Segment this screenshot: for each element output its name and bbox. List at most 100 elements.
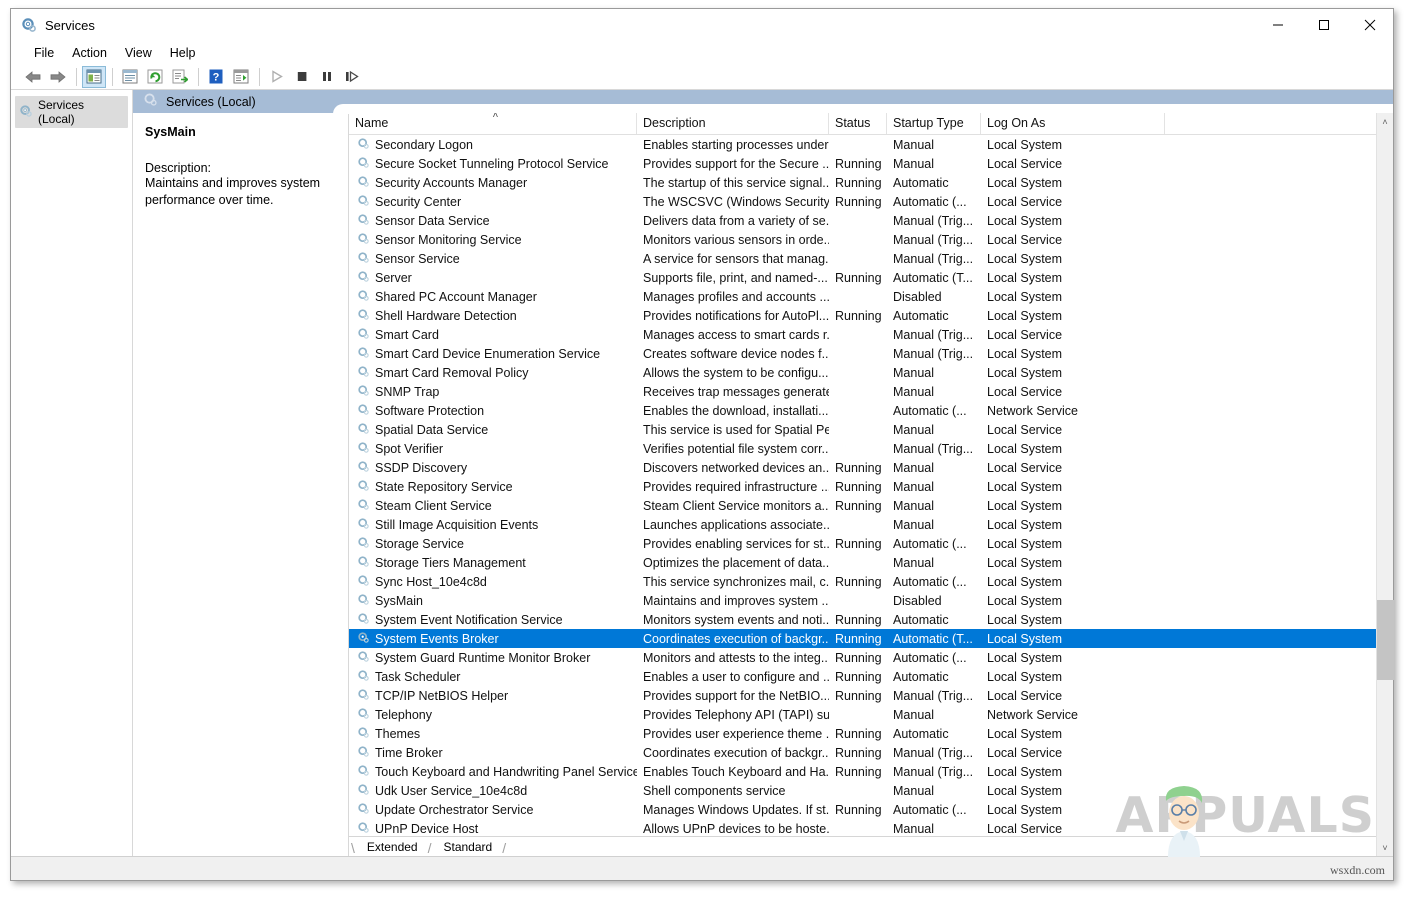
show-action-pane-button[interactable] [229, 66, 253, 88]
service-gear-icon [357, 213, 370, 229]
table-row[interactable]: Spot Verifier Verifies potential file sys… [349, 439, 1376, 458]
table-row[interactable]: Storage Tiers Management Optimizes the pl… [349, 553, 1376, 572]
cell-log-on-as: Local System [987, 137, 1063, 152]
tab-standard[interactable]: Standard [432, 839, 503, 856]
table-row[interactable]: Sensor Monitoring Service Monitors variou… [349, 230, 1376, 249]
column-header-name[interactable]: Name ˄ [349, 113, 637, 134]
cell-service-name: Storage Service [349, 536, 637, 552]
table-row[interactable]: Touch Keyboard and Handwriting Panel Ser… [349, 762, 1376, 781]
table-row[interactable]: Secondary Logon Enables starting processe… [349, 135, 1376, 154]
cell-service-name: Secondary Logon [349, 137, 637, 153]
column-header-startup-type[interactable]: Startup Type [887, 113, 981, 134]
cell-service-name: Security Center [349, 194, 637, 210]
column-header-name-label: Name [355, 116, 389, 130]
table-row[interactable]: Udk User Service_10e4c8d Shell components… [349, 781, 1376, 800]
table-row[interactable]: Steam Client Service Steam Client Service… [349, 496, 1376, 515]
menu-help[interactable]: Help [161, 44, 205, 62]
cell-description: Provides enabling services for st... [643, 536, 829, 551]
cell-status: Running [835, 802, 882, 817]
service-gear-icon [357, 346, 370, 362]
cell-description: Shell components service [643, 783, 786, 798]
close-button[interactable] [1347, 9, 1393, 41]
service-gear-icon [357, 365, 370, 381]
column-header-status[interactable]: Status [829, 113, 887, 134]
table-row[interactable]: Task Scheduler Enables a user to configur… [349, 667, 1376, 686]
pause-service-button[interactable] [315, 66, 339, 88]
table-row[interactable]: Telephony Provides Telephony API (TAPI) s… [349, 705, 1376, 724]
table-row[interactable]: Software Protection Enables the download,… [349, 401, 1376, 420]
table-row[interactable]: System Guard Runtime Monitor Broker Monit… [349, 648, 1376, 667]
table-row[interactable]: SysMain Maintains and improves system ...… [349, 591, 1376, 610]
service-name-label: Sensor Monitoring Service [375, 232, 522, 247]
table-row[interactable]: Time Broker Coordinates execution of back… [349, 743, 1376, 762]
vertical-scrollbar[interactable]: ˄ ˅ [1376, 113, 1394, 856]
scroll-up-arrow-icon[interactable]: ˄ [1377, 113, 1394, 130]
cell-description: The WSCSVC (Windows Security ... [643, 194, 829, 209]
table-row[interactable]: Themes Provides user experience theme ...… [349, 724, 1376, 743]
minimize-button[interactable] [1255, 9, 1301, 41]
table-row[interactable]: TCP/IP NetBIOS Helper Provides support fo… [349, 686, 1376, 705]
table-row[interactable]: SSDP Discovery Discovers networked device… [349, 458, 1376, 477]
table-row[interactable]: Sensor Service A service for sensors that… [349, 249, 1376, 268]
scrollbar-track[interactable] [1376, 130, 1394, 839]
column-header-log-on-as[interactable]: Log On As [981, 113, 1165, 134]
cell-description: The startup of this service signal... [643, 175, 829, 190]
properties-button[interactable] [118, 66, 142, 88]
scrollbar-thumb[interactable] [1376, 600, 1394, 680]
cell-status: Running [835, 726, 882, 741]
cell-service-name: Spatial Data Service [349, 422, 637, 438]
cell-status: Running [835, 669, 882, 684]
cell-startup-type: Automatic [893, 308, 949, 323]
refresh-button[interactable] [143, 66, 167, 88]
cell-startup-type: Automatic (... [893, 802, 967, 817]
table-row[interactable]: Shell Hardware Detection Provides notific… [349, 306, 1376, 325]
table-row[interactable]: Smart Card Manages access to smart cards … [349, 325, 1376, 344]
cell-startup-type: Manual (Trig... [893, 232, 974, 247]
column-header-description[interactable]: Description [637, 113, 829, 134]
show-hide-console-tree-button[interactable] [82, 65, 106, 88]
export-list-button[interactable] [168, 66, 192, 88]
table-row[interactable]: Server Supports file, print, and named-..… [349, 268, 1376, 287]
table-row[interactable]: Sync Host_10e4c8d This service synchroniz… [349, 572, 1376, 591]
cell-status: Running [835, 745, 882, 760]
table-row[interactable]: Storage Service Provides enabling service… [349, 534, 1376, 553]
tree-node-services-local[interactable]: Services (Local) [15, 96, 128, 128]
back-button[interactable] [21, 66, 45, 88]
cell-log-on-as: Local Service [987, 688, 1063, 703]
table-row[interactable]: Secure Socket Tunneling Protocol Service… [349, 154, 1376, 173]
restart-service-button[interactable] [340, 66, 364, 88]
cell-startup-type: Automatic (... [893, 403, 967, 418]
stop-service-button[interactable] [290, 66, 314, 88]
maximize-button[interactable] [1301, 9, 1347, 41]
table-row[interactable]: Smart Card Device Enumeration Service Cre… [349, 344, 1376, 363]
menu-action[interactable]: Action [63, 44, 116, 62]
cell-startup-type: Automatic [893, 175, 949, 190]
cell-description: Provides user experience theme ... [643, 726, 829, 741]
menu-view[interactable]: View [116, 44, 161, 62]
table-row[interactable]: System Events Broker Coordinates executio… [349, 629, 1376, 648]
table-row[interactable]: Security Center The WSCSVC (Windows Secur… [349, 192, 1376, 211]
table-row[interactable]: Still Image Acquisition Events Launches a… [349, 515, 1376, 534]
table-row[interactable]: Spatial Data Service This service is used… [349, 420, 1376, 439]
service-gear-icon [357, 726, 370, 742]
table-row[interactable]: System Event Notification Service Monitor… [349, 610, 1376, 629]
table-row[interactable]: State Repository Service Provides require… [349, 477, 1376, 496]
table-row[interactable]: Update Orchestrator Service Manages Windo… [349, 800, 1376, 819]
help-button[interactable]: ? [204, 66, 228, 88]
cell-startup-type: Automatic [893, 726, 949, 741]
forward-button[interactable] [46, 66, 70, 88]
table-row[interactable]: Shared PC Account Manager Manages profile… [349, 287, 1376, 306]
cell-startup-type: Manual [893, 460, 934, 475]
table-row[interactable]: Smart Card Removal Policy Allows the syst… [349, 363, 1376, 382]
table-row[interactable]: Sensor Data Service Delivers data from a … [349, 211, 1376, 230]
table-row[interactable]: Security Accounts Manager The startup of … [349, 173, 1376, 192]
menu-file[interactable]: File [25, 44, 63, 62]
table-row[interactable]: UPnP Device Host Allows UPnP devices to b… [349, 819, 1376, 836]
cell-description: This service is used for Spatial Pe... [643, 422, 829, 437]
scroll-down-arrow-icon[interactable]: ˅ [1377, 839, 1394, 856]
cell-service-name: TCP/IP NetBIOS Helper [349, 688, 637, 704]
table-row[interactable]: SNMP Trap Receives trap messages generate… [349, 382, 1376, 401]
start-service-button[interactable] [265, 66, 289, 88]
tab-extended[interactable]: Extended [355, 839, 428, 856]
cell-startup-type: Manual (Trig... [893, 213, 974, 228]
